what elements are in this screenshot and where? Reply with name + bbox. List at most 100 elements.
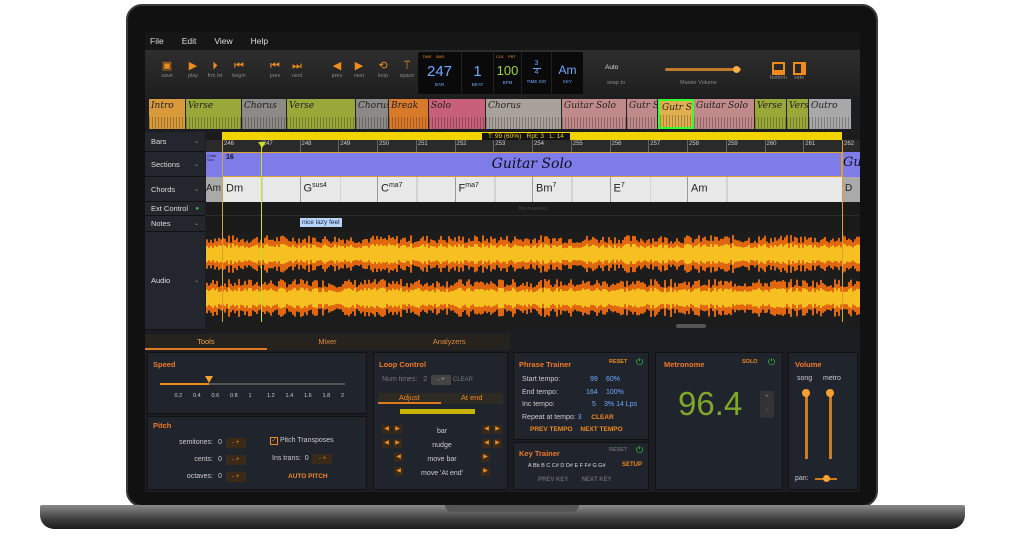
bar-start-left-button[interactable]: ◀ (382, 425, 391, 434)
beat-display[interactable]: 1 BEAT (462, 52, 494, 94)
overview-section[interactable]: Gutr Solo (658, 99, 694, 129)
section-block-guitar-solo[interactable]: 16 Guitar Solo (222, 152, 842, 177)
chord-cell[interactable]: Am (687, 177, 765, 202)
horizontal-scrollbar[interactable] (676, 324, 706, 328)
nudge-start-right-button[interactable]: ▶ (393, 439, 402, 448)
prev-button[interactable]: ⏮ prev (263, 60, 287, 79)
overview-section[interactable]: Verse (287, 99, 356, 129)
loop-end-line[interactable] (842, 140, 843, 322)
prev-button[interactable]: ◀ prev (325, 60, 349, 79)
timeline[interactable]: T: 99 (60%) Rpt: 3 L: 14 246 247 248 249 250… (206, 132, 860, 330)
chevron-down-icon[interactable]: ⌄ (194, 220, 199, 227)
inc-tempo-value[interactable]: 5 (592, 399, 604, 412)
chord-cell[interactable]: Gsus4 (299, 177, 377, 202)
track-header-notes[interactable]: Notes ⌄ (145, 216, 205, 232)
save-button[interactable]: ▣ save (155, 60, 179, 79)
overview-section[interactable]: Guitar Solo (694, 99, 755, 129)
loop-button[interactable]: ⟲ loop (371, 60, 395, 79)
move-at-end-right-button[interactable]: ▶ (481, 467, 490, 476)
end-tempo-value[interactable]: 164 (586, 387, 606, 400)
song-volume-knob[interactable] (802, 389, 810, 397)
auto-pitch-button[interactable]: AUTO PITCH (288, 473, 328, 480)
phrase-reset-button[interactable]: RESET (609, 359, 627, 365)
next-key-button[interactable]: NEXT KEY (582, 477, 612, 483)
move-at-end-left-button[interactable]: ◀ (394, 467, 403, 476)
key-power-icon[interactable]: ⏻ (636, 445, 643, 456)
note-marker[interactable]: nice lazy feel (300, 218, 342, 227)
chord-cell[interactable]: Bm7 (532, 177, 610, 202)
loop-start-line[interactable] (222, 140, 223, 322)
next-button[interactable]: ▶ next (347, 60, 371, 79)
bar-end-left-button[interactable]: ◀ (482, 425, 491, 434)
track-header-chords[interactable]: Chords ⌄ (145, 177, 205, 202)
overview-section[interactable]: Chorus (486, 99, 562, 129)
prev-tempo-button[interactable]: PREV TEMPO (530, 426, 573, 433)
metro-volume-knob[interactable] (826, 389, 834, 397)
loop-adjust-bar[interactable] (400, 409, 475, 414)
ins-trans-stepper[interactable]: - + (312, 454, 333, 464)
move-bar-right-button[interactable]: ▶ (481, 453, 490, 462)
pan-slider[interactable] (815, 475, 837, 482)
next-section-block[interactable]: Gu (843, 152, 860, 177)
overview-section[interactable]: Break (389, 99, 429, 129)
bar-start-right-button[interactable]: ▶ (393, 425, 402, 434)
tab-adjust[interactable]: Adjust (378, 393, 441, 404)
chevron-down-icon[interactable]: ⌄ (194, 161, 199, 168)
menu-view[interactable]: View (214, 36, 232, 46)
space-button[interactable]: ⍡ space (395, 60, 419, 79)
playhead-marker-icon[interactable] (258, 142, 266, 152)
cents-stepper[interactable]: - + (225, 455, 246, 465)
chevron-down-icon[interactable]: ⌄ (194, 138, 199, 145)
track-header-bars[interactable]: Bars ⌄ (145, 132, 205, 152)
octaves-stepper[interactable]: - + (225, 472, 246, 482)
chevron-down-icon[interactable]: ⌄ (194, 186, 199, 193)
speed-slider[interactable] (160, 376, 345, 385)
tab-tools[interactable]: Tools (145, 334, 267, 350)
phrase-power-icon[interactable]: ⏻ (636, 357, 643, 368)
chord-cell[interactable]: Cma7 (377, 177, 455, 202)
tab-at-end[interactable]: At end (441, 393, 504, 404)
menu-help[interactable]: Help (251, 36, 268, 46)
overview-section[interactable]: Intro (149, 99, 186, 129)
repeat-value[interactable]: 3 (578, 414, 582, 421)
nudge-end-left-button[interactable]: ◀ (482, 439, 491, 448)
speed-slider-handle[interactable] (204, 376, 213, 387)
menu-edit[interactable]: Edit (182, 36, 197, 46)
frm-lst-button[interactable]: ⏵ frm lst (203, 60, 227, 79)
tab-mixer[interactable]: Mixer (267, 334, 389, 350)
next-tempo-button[interactable]: NEXT TEMPO (580, 426, 622, 433)
start-tempo-value[interactable]: 99 (590, 374, 606, 387)
play-button[interactable]: ▶ play (181, 60, 205, 79)
bar-end-right-button[interactable]: ▶ (493, 425, 502, 434)
key-setup-button[interactable]: SETUP (622, 462, 642, 468)
prev-section-block[interactable]: Guitar Solo (206, 152, 222, 177)
master-volume-knob[interactable] (733, 66, 741, 73)
overview-section[interactable]: Verse (755, 99, 787, 129)
pitch-transposes-checkbox[interactable]: ✓ (270, 437, 278, 445)
begin-button[interactable]: ⏮ begin (227, 60, 251, 79)
tab-analyzers[interactable]: Analyzers (388, 334, 510, 350)
chord-prev[interactable]: Am (206, 177, 222, 202)
overview-section[interactable]: Verse (186, 99, 242, 129)
metronome-solo-button[interactable]: SOLO (742, 359, 758, 365)
chord-cell[interactable]: Fma7 (454, 177, 532, 202)
side-panel-button[interactable]: side (791, 62, 807, 81)
snap-to-value[interactable]: Auto (605, 64, 618, 71)
metronome-power-icon[interactable]: ⏻ (768, 357, 775, 368)
nudge-start-left-button[interactable]: ◀ (382, 439, 391, 448)
overview-section[interactable]: Solo (429, 99, 486, 129)
master-volume-slider[interactable] (665, 66, 741, 73)
move-bar-left-button[interactable]: ◀ (394, 453, 403, 462)
time-sig-display[interactable]: 3 4 TIME SIG (522, 52, 552, 94)
loop-clear-button[interactable]: CLEAR (453, 377, 473, 383)
pan-knob[interactable] (823, 475, 830, 482)
phrase-clear-button[interactable]: CLEAR (591, 414, 613, 421)
key-display[interactable]: Am KEY (552, 52, 583, 94)
metronome-plus-button[interactable]: + (760, 391, 774, 404)
playhead[interactable] (261, 142, 262, 322)
bottom-panel-button[interactable]: bottom (770, 62, 787, 81)
overview-section[interactable]: Chorus (242, 99, 287, 129)
overview-section[interactable]: Verse (787, 99, 809, 129)
audio-waveform[interactable] (206, 232, 860, 322)
bpm-display[interactable]: 100 BPM (494, 52, 522, 94)
